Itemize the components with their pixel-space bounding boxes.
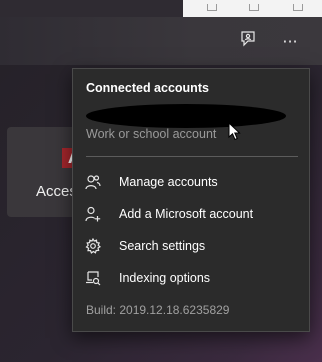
gear-icon: [85, 238, 107, 254]
menu-heading: Connected accounts: [86, 81, 209, 95]
menu-item-search-settings[interactable]: Search settings: [79, 232, 303, 260]
menu-item-label: Search settings: [119, 239, 206, 253]
menu-item-label: Indexing options: [119, 271, 211, 285]
menu-item-manage-accounts[interactable]: Manage accounts: [79, 168, 303, 196]
window-control[interactable]: [249, 4, 259, 11]
search-header: ···: [0, 17, 322, 65]
title-bar-light-region: [183, 0, 322, 17]
indexing-icon: [85, 270, 107, 286]
account-flyout-menu: Connected accounts Work or school accoun…: [72, 68, 310, 332]
more-options-button[interactable]: ···: [276, 29, 304, 53]
window-control[interactable]: [293, 4, 303, 11]
add-account-icon: [85, 206, 107, 222]
feedback-icon: [239, 30, 257, 52]
feedback-button[interactable]: [234, 29, 262, 53]
build-version: Build: 2019.12.18.6235829: [86, 303, 230, 317]
menu-item-label: Manage accounts: [119, 175, 218, 189]
more-icon: ···: [282, 31, 298, 51]
title-bar: [0, 0, 322, 17]
manage-accounts-icon: [85, 174, 107, 190]
menu-item-indexing-options[interactable]: Indexing options: [79, 264, 303, 292]
menu-item-label: Add a Microsoft account: [119, 207, 254, 221]
window-control[interactable]: [207, 4, 217, 11]
menu-divider: [86, 156, 298, 157]
menu-item-add-account[interactable]: Add a Microsoft account: [79, 200, 303, 228]
account-type-label[interactable]: Work or school account: [86, 127, 216, 141]
mouse-pointer-icon: [228, 121, 241, 146]
redacted-account-name: [86, 104, 286, 128]
